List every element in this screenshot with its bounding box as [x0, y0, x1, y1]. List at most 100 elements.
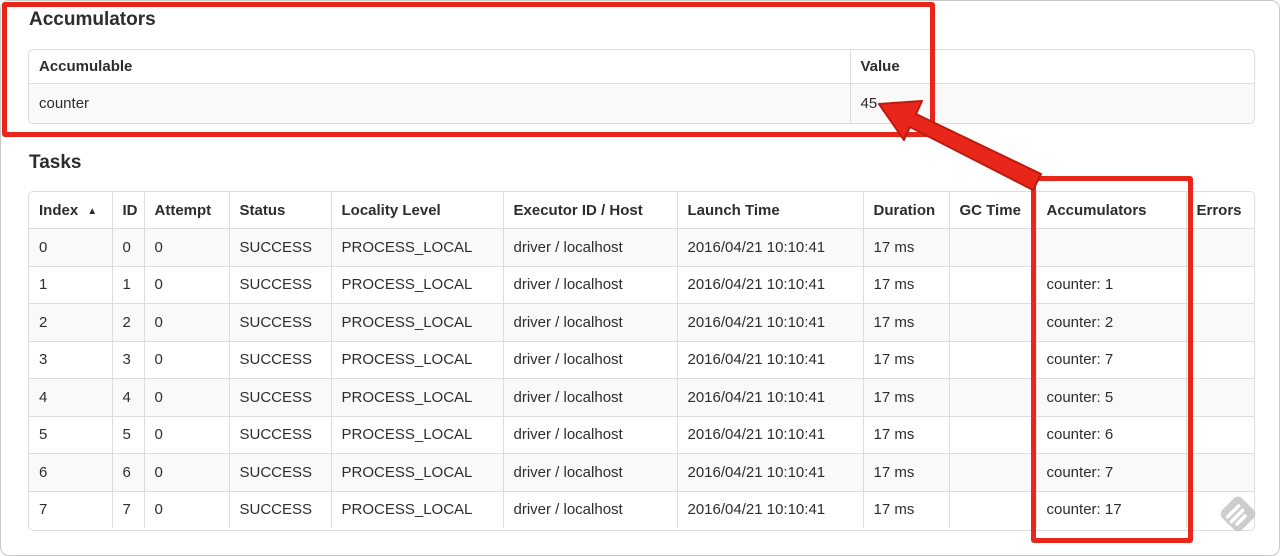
- cell-id: 0: [111, 228, 144, 266]
- cell-duration: 17 ms: [862, 490, 949, 528]
- column-header-accumulable[interactable]: Accumulable: [29, 50, 850, 84]
- cell-errors: [1185, 453, 1254, 491]
- cell-launch-time: 2016/04/21 10:10:41: [676, 303, 863, 341]
- cell-id: 4: [111, 378, 144, 416]
- column-header-label: Errors: [1196, 201, 1242, 219]
- cell-executor-id-host: driver / localhost: [502, 378, 677, 416]
- column-header-launch-time[interactable]: Launch Time: [676, 192, 863, 229]
- cell-attempt: 0: [143, 340, 229, 379]
- task-row: 4 4 0 SUCCESS PROCESS_LOCAL driver / localhos…: [29, 378, 1254, 416]
- column-header-label: Executor ID / Host: [513, 201, 643, 219]
- cell-gc-time: [948, 265, 1036, 304]
- cell-status: SUCCESS: [228, 378, 331, 416]
- column-header-label: Accumulators: [1046, 201, 1147, 219]
- column-header-label: Locality Level: [341, 201, 441, 219]
- cell-attempt: 0: [143, 490, 229, 528]
- cell-id: 5: [111, 415, 144, 454]
- sort-ascending-icon: ▲: [87, 205, 98, 217]
- cell-status: SUCCESS: [228, 228, 331, 266]
- cell-errors: [1185, 265, 1254, 304]
- cell-executor-id-host: driver / localhost: [502, 265, 677, 304]
- column-header-label: Launch Time: [687, 201, 780, 219]
- cell-index: 0: [29, 228, 112, 266]
- column-header-label: GC Time: [959, 201, 1021, 219]
- column-header-locality-level[interactable]: Locality Level: [330, 192, 503, 229]
- cell-id: 2: [111, 303, 144, 341]
- column-header-duration[interactable]: Duration: [862, 192, 949, 229]
- task-row: 2 2 0 SUCCESS PROCESS_LOCAL driver / localhos…: [29, 303, 1254, 341]
- column-header-label: Status: [239, 201, 286, 219]
- column-header-accumulators[interactable]: Accumulators: [1035, 192, 1186, 229]
- column-header-gc-time[interactable]: GC Time: [948, 192, 1036, 229]
- cell-attempt: 0: [143, 265, 229, 304]
- task-row: 7 7 0 SUCCESS PROCESS_LOCAL driver / localhos…: [29, 490, 1254, 528]
- cell-errors: [1185, 303, 1254, 341]
- cell-accumulators: counter: 1: [1035, 265, 1186, 304]
- cell-gc-time: [948, 490, 1036, 528]
- cell-executor-id-host: driver / localhost: [502, 340, 677, 379]
- column-header-attempt[interactable]: Attempt: [143, 192, 229, 229]
- cell-id: 3: [111, 340, 144, 379]
- task-row: 0 0 0 SUCCESS PROCESS_LOCAL driver / localhos…: [29, 228, 1254, 266]
- task-row: 6 6 0 SUCCESS PROCESS_LOCAL driver / localhos…: [29, 453, 1254, 491]
- column-header-label: Index: [39, 201, 79, 219]
- cell-errors: [1185, 228, 1254, 266]
- cell-duration: 17 ms: [862, 415, 949, 454]
- cell-locality-level: PROCESS_LOCAL: [330, 340, 503, 379]
- cell-gc-time: [948, 415, 1036, 454]
- cell-errors: [1185, 378, 1254, 416]
- cell-launch-time: 2016/04/21 10:10:41: [676, 340, 863, 379]
- cell-launch-time: 2016/04/21 10:10:41: [676, 453, 863, 491]
- cell-id: 7: [111, 490, 144, 528]
- column-header-label: ID: [122, 201, 138, 219]
- column-header-index[interactable]: Index ▲: [29, 192, 112, 229]
- cell-status: SUCCESS: [228, 415, 331, 454]
- accumulators-table: Accumulable Value counter 45: [28, 49, 1255, 124]
- cell-locality-level: PROCESS_LOCAL: [330, 265, 503, 304]
- column-header-value[interactable]: Value: [849, 50, 1254, 84]
- cell-duration: 17 ms: [862, 340, 949, 379]
- cell-status: SUCCESS: [228, 490, 331, 528]
- cell-status: SUCCESS: [228, 265, 331, 304]
- column-header-executor-id-host[interactable]: Executor ID / Host: [502, 192, 677, 229]
- cell-errors: [1185, 415, 1254, 454]
- column-header-errors[interactable]: Errors: [1185, 192, 1254, 229]
- cell-index: 3: [29, 340, 112, 379]
- cell-launch-time: 2016/04/21 10:10:41: [676, 378, 863, 416]
- column-header-status[interactable]: Status: [228, 192, 331, 229]
- cell-errors: [1185, 490, 1254, 528]
- cell-gc-time: [948, 228, 1036, 266]
- cell-launch-time: 2016/04/21 10:10:41: [676, 490, 863, 528]
- cell-accumulators: counter: 7: [1035, 340, 1186, 379]
- cell-accumulators: counter: 6: [1035, 415, 1186, 454]
- cell-gc-time: [948, 303, 1036, 341]
- accumulators-header-row: Accumulable Value: [29, 50, 1254, 84]
- cell-status: SUCCESS: [228, 340, 331, 379]
- cell-accumulable-name: counter: [29, 83, 850, 123]
- cell-locality-level: PROCESS_LOCAL: [330, 378, 503, 416]
- cell-index: 7: [29, 490, 112, 528]
- cell-duration: 17 ms: [862, 228, 949, 266]
- cell-locality-level: PROCESS_LOCAL: [330, 490, 503, 528]
- cell-locality-level: PROCESS_LOCAL: [330, 303, 503, 341]
- cell-attempt: 0: [143, 453, 229, 491]
- cell-launch-time: 2016/04/21 10:10:41: [676, 265, 863, 304]
- task-row: 1 1 0 SUCCESS PROCESS_LOCAL driver / localhos…: [29, 265, 1254, 304]
- task-row: 5 5 0 SUCCESS PROCESS_LOCAL driver / localhos…: [29, 415, 1254, 454]
- column-header-label: Duration: [873, 201, 936, 219]
- cell-attempt: 0: [143, 228, 229, 266]
- tasks-table: Index ▲ ID Attempt Status Locality Level Execu…: [28, 191, 1255, 531]
- column-header-id[interactable]: ID: [111, 192, 144, 229]
- tasks-header-row: Index ▲ ID Attempt Status Locality Level Execu…: [29, 192, 1254, 229]
- cell-status: SUCCESS: [228, 453, 331, 491]
- accumulators-section-heading: Accumulators: [29, 9, 156, 30]
- cell-attempt: 0: [143, 415, 229, 454]
- cell-accumulators: counter: 2: [1035, 303, 1186, 341]
- cell-attempt: 0: [143, 303, 229, 341]
- task-row: 3 3 0 SUCCESS PROCESS_LOCAL driver / localhos…: [29, 340, 1254, 379]
- cell-accumulators: counter: 17: [1035, 490, 1186, 528]
- cell-duration: 17 ms: [862, 303, 949, 341]
- cell-attempt: 0: [143, 378, 229, 416]
- tasks-section-heading: Tasks: [29, 152, 82, 173]
- cell-index: 4: [29, 378, 112, 416]
